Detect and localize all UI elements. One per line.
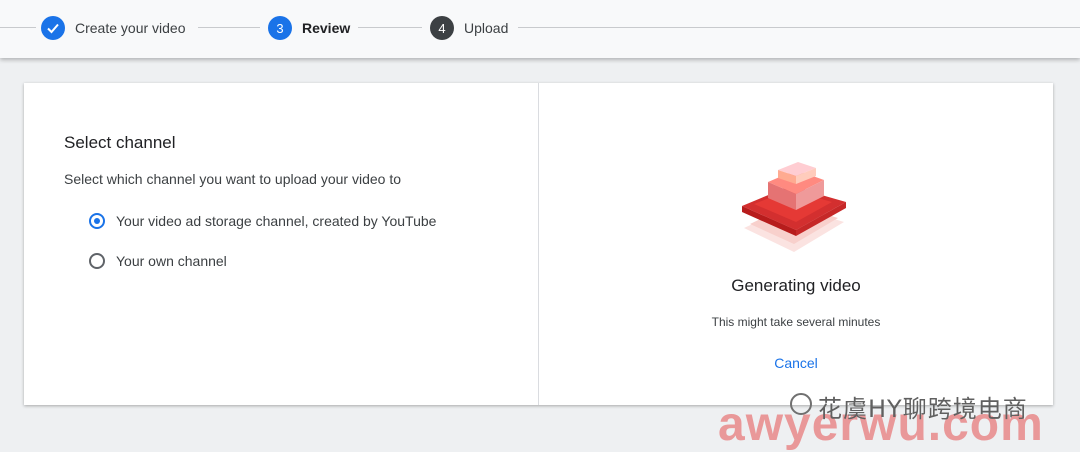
section-description: Select which channel you want to upload … [64, 171, 401, 187]
step-number: 3 [268, 16, 292, 40]
watermark-latin: awyerwu.com [718, 398, 1044, 451]
step-create-your-video[interactable]: Create your video [41, 15, 186, 41]
cancel-button[interactable]: Cancel [761, 351, 831, 375]
generating-subtitle: This might take several minutes [711, 315, 881, 329]
step-label: Create your video [75, 20, 186, 36]
step-upload[interactable]: 4 Upload [430, 15, 508, 41]
generating-status-panel: Generating video This might take several… [539, 83, 1053, 405]
step-connector [0, 27, 36, 28]
step-number: 4 [430, 16, 454, 40]
radio-option-own-channel[interactable]: Your own channel [89, 253, 227, 269]
section-title: Select channel [64, 133, 176, 152]
radio-label: Your video ad storage channel, created b… [116, 213, 437, 229]
step-label: Upload [464, 20, 509, 36]
stepper-header: Create your video 3 Review 4 Upload [0, 0, 1080, 58]
step-label: Review [302, 20, 351, 36]
video-generating-illustration [742, 162, 846, 252]
review-card: Select channel Select which channel you … [24, 83, 1053, 405]
step-connector [198, 27, 260, 28]
step-connector [518, 27, 1080, 28]
radio-button-checked[interactable] [89, 213, 105, 229]
radio-button[interactable] [89, 253, 105, 269]
step-review[interactable]: 3 Review [268, 15, 350, 41]
generating-title: Generating video [731, 276, 861, 295]
radio-label: Your own channel [116, 253, 227, 269]
radio-option-storage-channel[interactable]: Your video ad storage channel, created b… [89, 213, 436, 229]
step-connector [358, 27, 422, 28]
check-icon [41, 16, 65, 40]
